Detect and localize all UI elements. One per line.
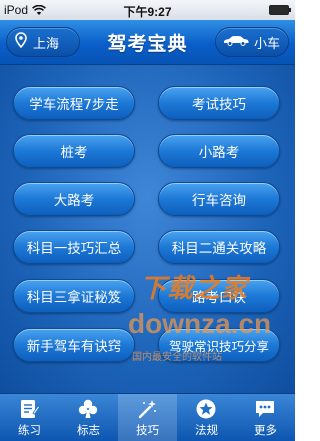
menu-area: 学车流程7步走 考试技巧 桩考 小路考 大路考 行车咨询 科目一技巧汇总 科目二… [0, 65, 295, 393]
tab-tips[interactable]: 技巧 [118, 394, 177, 441]
tab-label: 更多 [254, 423, 277, 437]
tab-label: 标志 [77, 423, 100, 437]
menu-button-driving-knowledge[interactable]: 驾驶常识技巧分享 [158, 328, 280, 362]
nav-header: 上海 驾考宝典 小车 [0, 20, 295, 65]
tab-label: 技巧 [136, 423, 159, 437]
tab-bar: 练习 标志 技巧 法规 更多 [0, 393, 295, 441]
magic-wand-icon [136, 398, 158, 420]
star-icon [195, 398, 217, 420]
menu-button-small-road-test[interactable]: 小路考 [158, 134, 280, 168]
menu-button-driving-consult[interactable]: 行车咨询 [158, 182, 280, 216]
chat-bubble-icon [254, 398, 276, 420]
tab-label: 法规 [195, 423, 218, 437]
menu-button-subject3-secrets[interactable]: 科目三拿证秘笈 [13, 279, 135, 313]
menu-button-road-test[interactable]: 大路考 [13, 182, 135, 216]
status-bar: iPod 下午9:27 [0, 0, 295, 20]
tab-regulations[interactable]: 法规 [177, 394, 236, 441]
menu-button-pile-test[interactable]: 桩考 [13, 134, 135, 168]
club-icon [77, 398, 99, 420]
vehicle-type-button[interactable]: 小车 [215, 27, 289, 57]
menu-button-novice-tricks[interactable]: 新手驾车有诀窍 [13, 328, 135, 362]
practice-icon [18, 398, 41, 420]
menu-button-subject1-tips[interactable]: 科目一技巧汇总 [13, 230, 135, 264]
tab-label: 练习 [18, 423, 41, 437]
menu-button-road-test-rhymes[interactable]: 路考口诀 [158, 279, 280, 313]
tab-more[interactable]: 更多 [236, 394, 295, 441]
menu-button-learning-steps[interactable]: 学车流程7步走 [13, 86, 135, 120]
tab-signs[interactable]: 标志 [59, 394, 118, 441]
vehicle-label: 小车 [253, 36, 280, 52]
car-icon [222, 34, 250, 50]
status-time: 下午9:27 [123, 5, 172, 19]
battery-icon [269, 5, 291, 15]
menu-button-subject2-guide[interactable]: 科目二通关攻略 [158, 230, 280, 264]
menu-button-exam-tips[interactable]: 考试技巧 [158, 86, 280, 120]
tab-practice[interactable]: 练习 [0, 394, 59, 441]
